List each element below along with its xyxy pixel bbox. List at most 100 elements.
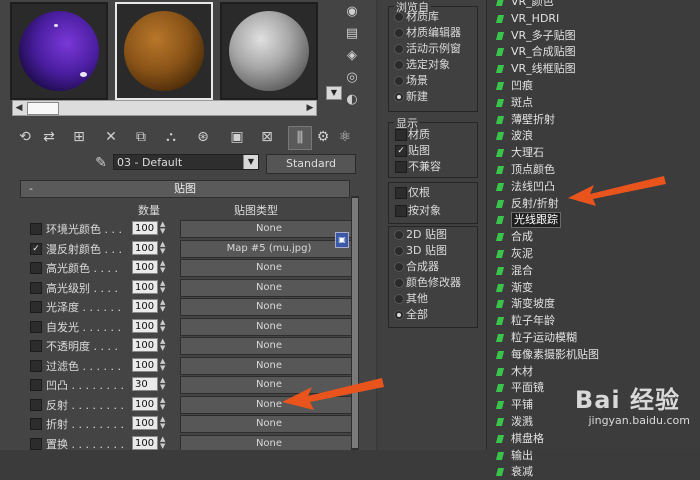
radio-button[interactable] xyxy=(394,12,404,22)
map-enable-checkbox[interactable] xyxy=(30,340,42,352)
material-name-field[interactable]: 03 - Default ▼ xyxy=(113,154,259,170)
checkbox[interactable] xyxy=(395,205,407,217)
map-slot-button[interactable]: None xyxy=(180,415,358,433)
checkbox[interactable] xyxy=(395,161,407,173)
amount-spinner[interactable]: 100 xyxy=(132,416,158,430)
map-enable-checkbox[interactable] xyxy=(30,281,42,294)
option-filter[interactable]: 仅根 xyxy=(395,186,430,200)
scroll-thumb[interactable] xyxy=(27,102,59,115)
amount-spinner[interactable]: 100 xyxy=(132,435,158,450)
get-material-icon[interactable]: ⟲ xyxy=(14,126,36,148)
map-enable-checkbox[interactable] xyxy=(30,379,42,391)
map-slot-button[interactable]: Map #5 (mu.jpg) xyxy=(180,239,358,258)
scroll-right-arrow-icon[interactable]: ▶ xyxy=(304,101,316,115)
option-browse_from[interactable]: 活动示例窗 xyxy=(394,42,461,56)
spinner-arrows-icon[interactable]: ▲ ▼ xyxy=(160,221,168,235)
background-icon[interactable]: ◈ xyxy=(344,48,360,64)
lock-icon[interactable]: ▣ xyxy=(335,232,349,248)
map-slot-button[interactable]: None xyxy=(180,259,358,277)
option-map_types[interactable]: 合成器 xyxy=(394,260,439,274)
spinner-arrows-icon[interactable]: ▲ ▼ xyxy=(160,338,168,352)
option-browse_from[interactable]: 材质编辑器 xyxy=(394,26,461,40)
map-enable-checkbox[interactable] xyxy=(30,320,42,333)
map-enable-checkbox[interactable] xyxy=(30,418,42,430)
option-show[interactable]: 材质 xyxy=(395,128,430,142)
spinner-arrows-icon[interactable]: ▲ ▼ xyxy=(160,435,168,450)
options-icon[interactable]: ⚛ xyxy=(334,126,356,148)
put-to-library-icon[interactable]: ⛬ xyxy=(160,126,182,148)
radio-button[interactable] xyxy=(394,246,404,256)
radio-button[interactable] xyxy=(394,76,404,86)
option-map_types[interactable]: 2D 贴图 xyxy=(394,228,447,242)
assign-to-selection-icon[interactable]: ⊞ xyxy=(68,126,90,148)
radio-button[interactable] xyxy=(394,230,404,240)
option-map_types[interactable]: 其他 xyxy=(394,292,428,306)
map-enable-checkbox[interactable] xyxy=(30,262,42,274)
checkbox[interactable] xyxy=(395,187,407,199)
spinner-arrows-icon[interactable]: ▲ ▼ xyxy=(160,240,168,255)
material-slot-1[interactable] xyxy=(10,2,108,100)
backlight-icon[interactable]: ▤ xyxy=(344,26,360,42)
option-map_types[interactable]: 3D 贴图 xyxy=(394,244,447,258)
option-map_types[interactable]: 颜色修改器 xyxy=(394,276,461,290)
reset-map-icon[interactable]: ✕ xyxy=(100,126,122,148)
amount-spinner[interactable]: 100 xyxy=(132,299,158,313)
map-slot-button[interactable]: None xyxy=(180,337,358,355)
checkbox[interactable]: ✓ xyxy=(395,145,407,157)
option-map_types[interactable]: 全部 xyxy=(394,308,428,322)
spinner-arrows-icon[interactable]: ▲ ▼ xyxy=(160,416,168,430)
make-unique-icon[interactable]: ⧉ xyxy=(130,126,152,148)
spinner-arrows-icon[interactable]: ▲ ▼ xyxy=(160,299,168,313)
map-slot-button[interactable]: None xyxy=(180,220,358,238)
put-to-scene-icon[interactable]: ⇄ xyxy=(38,126,60,148)
scroll-left-arrow-icon[interactable]: ◀ xyxy=(13,101,25,115)
go-forward-sibling-icon[interactable]: ⚙ xyxy=(312,126,334,148)
map-enable-checkbox[interactable] xyxy=(30,359,42,372)
amount-spinner[interactable]: 30 xyxy=(132,377,158,391)
map-enable-checkbox[interactable]: ✓ xyxy=(30,242,42,255)
spinner-arrows-icon[interactable]: ▲ ▼ xyxy=(160,260,168,274)
spinner-arrows-icon[interactable]: ▲ ▼ xyxy=(160,318,168,333)
amount-spinner[interactable]: 100 xyxy=(132,221,158,235)
amount-spinner[interactable]: 100 xyxy=(132,338,158,352)
amount-spinner[interactable]: 100 xyxy=(132,318,158,333)
radio-button[interactable] xyxy=(394,44,404,54)
option-browse_from[interactable]: 新建 xyxy=(394,90,428,104)
radio-button[interactable] xyxy=(394,310,404,320)
spinner-arrows-icon[interactable]: ▲ ▼ xyxy=(160,279,168,294)
map-enable-checkbox[interactable] xyxy=(30,437,42,450)
amount-spinner[interactable]: 100 xyxy=(132,240,158,255)
sample-type-icon[interactable]: ◉ xyxy=(344,4,360,20)
video-color-check-icon[interactable]: ◐ xyxy=(344,92,360,108)
material-slot-3[interactable] xyxy=(220,2,318,100)
slot-dropdown-arrow-icon[interactable]: ▼ xyxy=(326,86,342,100)
spinner-arrows-icon[interactable]: ▲ ▼ xyxy=(160,377,168,391)
slots-horizontal-scrollbar[interactable]: ◀ ▶ xyxy=(12,100,317,116)
radio-button[interactable] xyxy=(394,262,404,272)
option-show[interactable]: ✓ 贴图 xyxy=(395,144,430,158)
show-end-result-icon[interactable]: ⊠ xyxy=(256,126,278,148)
map-slot-button[interactable]: None xyxy=(180,298,358,316)
sample-uv-icon[interactable]: ◎ xyxy=(344,70,360,86)
option-browse_from[interactable]: 材质库 xyxy=(394,10,439,24)
material-type-button[interactable]: Standard xyxy=(266,154,356,174)
radio-button[interactable] xyxy=(394,28,404,38)
amount-spinner[interactable]: 100 xyxy=(132,357,158,372)
go-to-parent-icon[interactable]: ⫼ xyxy=(288,126,312,150)
amount-spinner[interactable]: 100 xyxy=(132,396,158,411)
radio-button[interactable] xyxy=(394,92,404,102)
amount-spinner[interactable]: 100 xyxy=(132,279,158,294)
maps-rollout-header[interactable]: - 贴图 xyxy=(20,180,350,198)
option-filter[interactable]: 按对象 xyxy=(395,204,441,218)
amount-spinner[interactable]: 100 xyxy=(132,260,158,274)
option-show[interactable]: 不兼容 xyxy=(395,160,441,174)
spinner-arrows-icon[interactable]: ▲ ▼ xyxy=(160,396,168,411)
spinner-arrows-icon[interactable]: ▲ ▼ xyxy=(160,357,168,372)
option-browse_from[interactable]: 场景 xyxy=(394,74,428,88)
map-slot-button[interactable]: None xyxy=(180,278,358,297)
radio-button[interactable] xyxy=(394,294,404,304)
show-map-icon[interactable]: ▣ xyxy=(226,126,248,148)
map-slot-button[interactable]: None xyxy=(180,434,358,450)
eyedropper-icon[interactable]: ✎ xyxy=(93,155,109,171)
material-id-icon[interactable]: ⊛ xyxy=(192,126,214,148)
